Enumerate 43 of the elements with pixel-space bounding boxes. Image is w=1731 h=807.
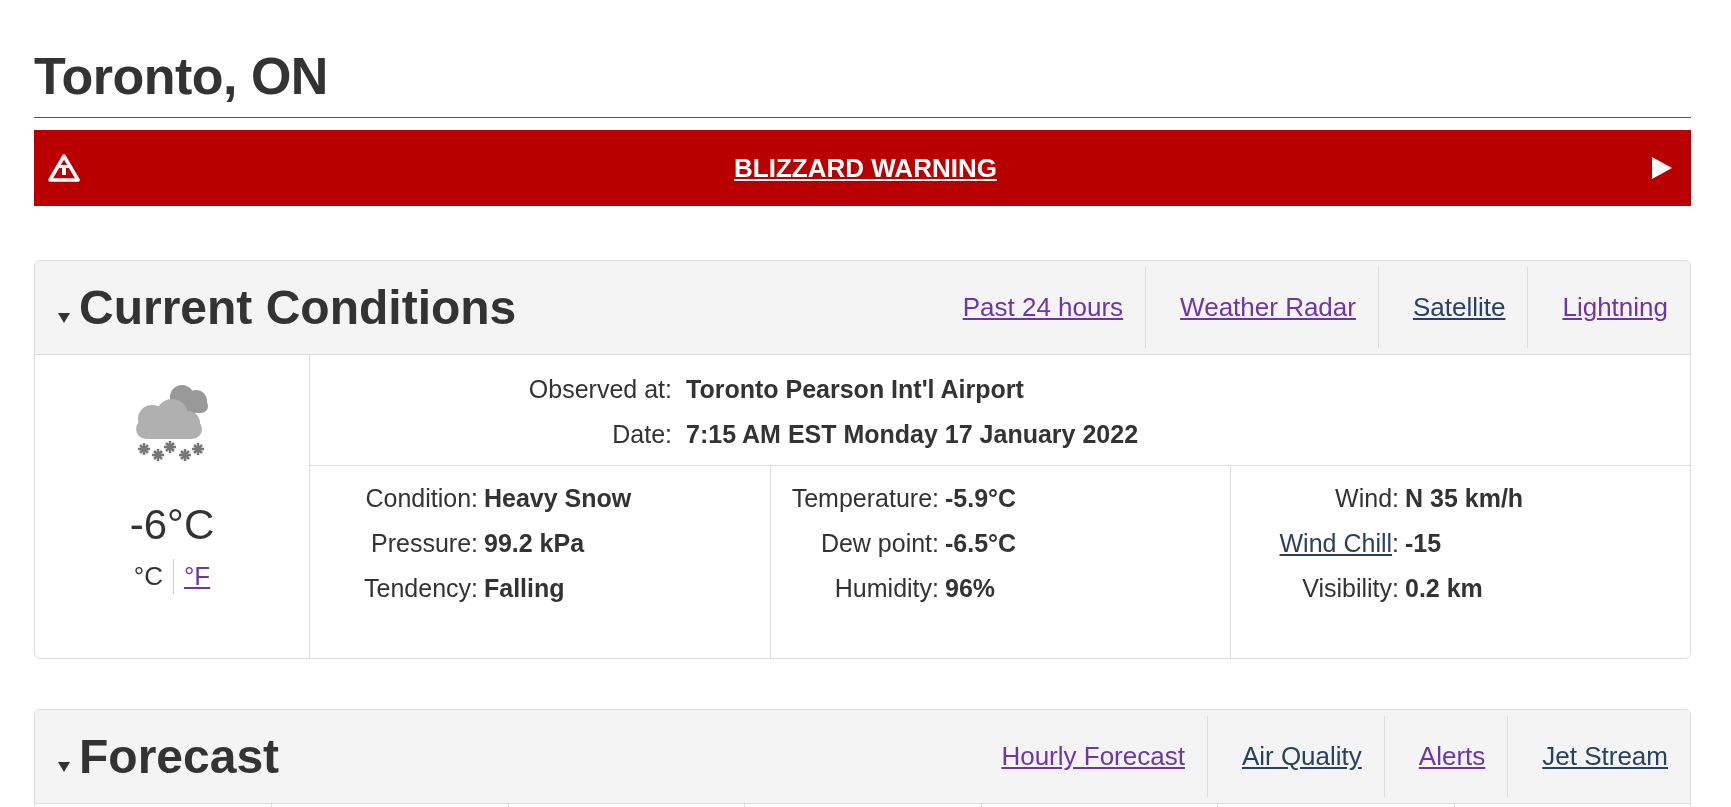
page-title: Toronto, ON: [34, 48, 1691, 119]
detail-value: 96%: [945, 573, 997, 605]
section-link[interactable]: Jet Stream: [1507, 716, 1690, 798]
section-link[interactable]: Alerts: [1383, 716, 1508, 798]
observation-value: 7:15 AM EST Monday 17 January 2022: [686, 419, 1140, 451]
detail-label: Wind:: [1334, 483, 1399, 515]
unit-toggle[interactable]: °C: [123, 559, 173, 595]
detail-link[interactable]: Wind Chill: [1279, 529, 1393, 558]
section-link[interactable]: Satellite: [1377, 267, 1528, 349]
observation-label: Observed at:: [527, 374, 672, 406]
section-link[interactable]: Weather Radar: [1145, 267, 1378, 349]
colon: :: [1392, 529, 1399, 558]
play-arrow-icon[interactable]: [1651, 156, 1673, 181]
section-link[interactable]: Air Quality: [1206, 716, 1384, 798]
detail-value: -15: [1405, 528, 1443, 560]
detail-label: Tendency:: [363, 573, 478, 605]
detail-label: Humidity:: [833, 573, 939, 605]
collapse-caret-icon[interactable]: [57, 760, 71, 773]
warning-icon: [48, 154, 80, 183]
detail-value: -5.9°C: [945, 483, 1018, 515]
detail-value: 0.2 km: [1405, 573, 1484, 605]
detail-label: Temperature:: [790, 483, 939, 515]
warning-banner[interactable]: BLIZZARD WARNING: [34, 130, 1691, 207]
detail-label: Pressure:: [370, 528, 478, 560]
detail-value: 99.2 kPa: [484, 528, 586, 560]
unit-toggle[interactable]: °F: [172, 559, 221, 595]
detail-value: Falling: [484, 573, 566, 605]
detail-label: Visibility:: [1301, 573, 1399, 605]
detail-value: Heavy Snow: [484, 483, 633, 515]
warning-link[interactable]: BLIZZARD WARNING: [734, 152, 997, 184]
section-link[interactable]: Hourly Forecast: [967, 716, 1207, 798]
current-temperature: -6°C: [129, 501, 215, 550]
collapse-caret-icon[interactable]: [57, 311, 71, 324]
detail-label: Dew point:: [819, 528, 939, 560]
detail-label: Condition:: [364, 483, 478, 515]
observation-label: Date:: [611, 419, 672, 451]
observation-value: Toronto Pearson Int'l Airport: [686, 374, 1025, 406]
detail-value: -6.5°C: [945, 528, 1018, 560]
section-link[interactable]: Lightning: [1527, 267, 1690, 349]
section-title: Forecast: [79, 729, 280, 785]
section-link[interactable]: Past 24 hours: [928, 267, 1146, 349]
section-title: Current Conditions: [79, 280, 517, 336]
detail-value: N 35 km/h: [1405, 483, 1525, 515]
